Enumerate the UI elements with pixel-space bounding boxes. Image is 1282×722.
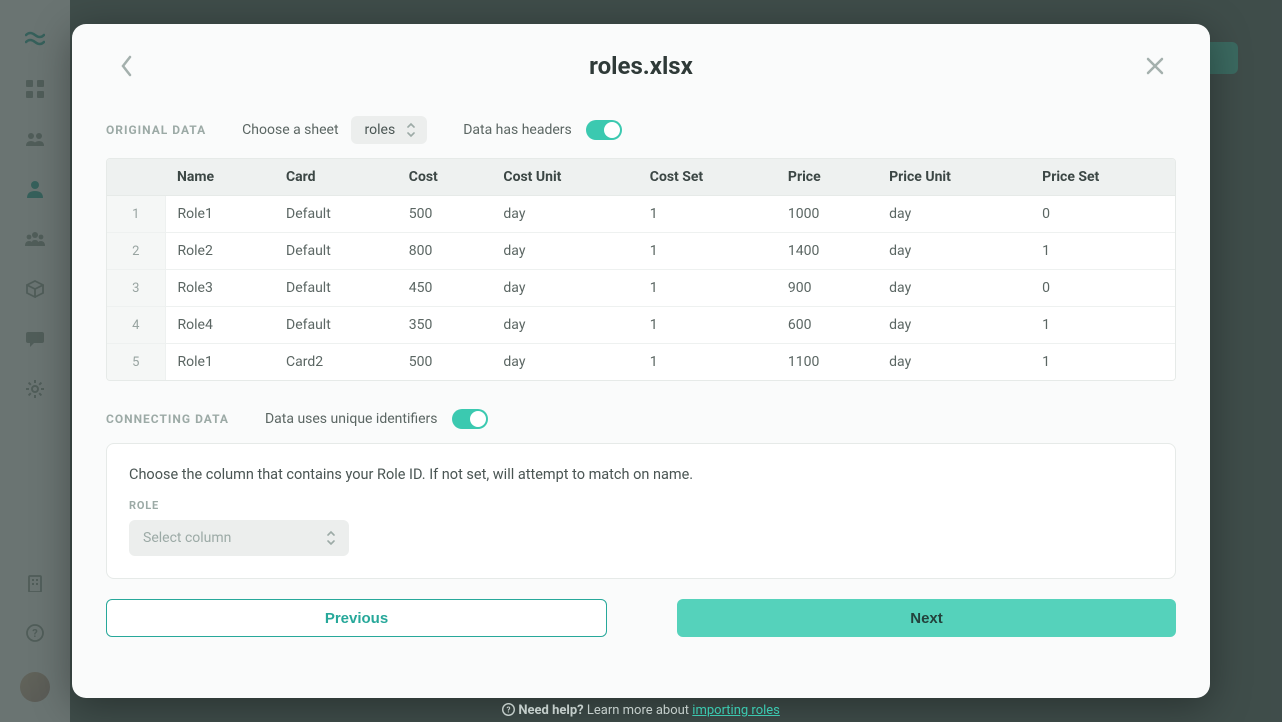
import-modal: roles.xlsx ORIGINAL DATA Choose a sheet … — [72, 24, 1210, 698]
table-cell: day — [491, 344, 637, 381]
back-button[interactable] — [114, 53, 140, 79]
close-button[interactable] — [1142, 53, 1168, 79]
role-column-placeholder: Select column — [143, 530, 231, 546]
table-cell: 1 — [638, 344, 776, 381]
help-bar: ? Need help? Learn more about importing … — [0, 703, 1282, 718]
table-cell: 1 — [638, 196, 776, 233]
table-cell: 1 — [638, 307, 776, 344]
table-row: 1Role1Default500day11000day0 — [107, 196, 1175, 233]
column-header: Cost Unit — [491, 159, 637, 196]
svg-text:?: ? — [507, 706, 511, 715]
row-number: 2 — [107, 233, 165, 270]
headers-label: Data has headers — [463, 122, 572, 138]
table-cell: day — [491, 307, 637, 344]
column-header: Price Set — [1030, 159, 1175, 196]
column-header: Card — [274, 159, 397, 196]
table-cell: Default — [274, 270, 397, 307]
role-id-hint: Choose the column that contains your Rol… — [129, 466, 1153, 483]
chevron-updown-icon — [325, 530, 337, 546]
table-cell: Role1 — [165, 344, 274, 381]
table-cell: day — [877, 344, 1030, 381]
help-text: Learn more about — [584, 703, 693, 718]
table-cell: 900 — [776, 270, 877, 307]
table-row: 4Role4Default350day1600day1 — [107, 307, 1175, 344]
row-number: 3 — [107, 270, 165, 307]
data-table: NameCardCostCost UnitCost SetPricePrice … — [106, 158, 1176, 381]
table-cell: Role1 — [165, 196, 274, 233]
modal-footer: Previous Next — [106, 599, 1176, 637]
next-button[interactable]: Next — [677, 599, 1176, 637]
role-column-select[interactable]: Select column — [129, 520, 349, 556]
table-cell: day — [491, 233, 637, 270]
table-cell: 1 — [1030, 233, 1175, 270]
rownum-header — [107, 159, 165, 196]
help-prefix: Need help? — [518, 703, 583, 718]
modal-header: roles.xlsx — [106, 24, 1176, 108]
table-cell: 800 — [397, 233, 492, 270]
table-cell: Card2 — [274, 344, 397, 381]
unique-ids-toggle[interactable] — [452, 409, 488, 429]
table-cell: 600 — [776, 307, 877, 344]
column-header: Name — [165, 159, 274, 196]
table-cell: 1000 — [776, 196, 877, 233]
table-cell: 0 — [1030, 270, 1175, 307]
table-row: 5Role1Card2500day11100day1 — [107, 344, 1175, 381]
table-cell: 1 — [1030, 344, 1175, 381]
chevron-updown-icon — [405, 122, 417, 138]
table-cell: day — [491, 270, 637, 307]
table-row: 2Role2Default800day11400day1 — [107, 233, 1175, 270]
choose-sheet-label: Choose a sheet — [242, 122, 338, 138]
sheet-select[interactable]: roles — [351, 116, 428, 144]
original-data-controls: ORIGINAL DATA Choose a sheet roles Data … — [106, 108, 1176, 158]
table-cell: 1 — [638, 270, 776, 307]
table-cell: 1 — [638, 233, 776, 270]
table-cell: Default — [274, 196, 397, 233]
table-cell: day — [491, 196, 637, 233]
column-header: Cost — [397, 159, 492, 196]
help-link[interactable]: importing roles — [692, 703, 780, 718]
table-cell: 500 — [397, 344, 492, 381]
table-cell: 0 — [1030, 196, 1175, 233]
sheet-select-value: roles — [365, 122, 396, 138]
row-number: 4 — [107, 307, 165, 344]
table-cell: day — [877, 270, 1030, 307]
table-cell: Role3 — [165, 270, 274, 307]
column-header: Price Unit — [877, 159, 1030, 196]
connecting-data-section: CONNECTING DATA Data uses unique identif… — [106, 409, 1176, 579]
table-cell: 1100 — [776, 344, 877, 381]
table-cell: 350 — [397, 307, 492, 344]
table-cell: Role2 — [165, 233, 274, 270]
section-label-original: ORIGINAL DATA — [106, 123, 206, 137]
previous-button[interactable]: Previous — [106, 599, 607, 637]
table-cell: 450 — [397, 270, 492, 307]
help-circle-icon: ? — [502, 703, 515, 716]
role-field-label: ROLE — [129, 499, 1153, 512]
table-cell: Default — [274, 307, 397, 344]
section-label-connecting: CONNECTING DATA — [106, 412, 229, 426]
column-header: Price — [776, 159, 877, 196]
modal-title: roles.xlsx — [589, 52, 693, 80]
table-cell: day — [877, 233, 1030, 270]
table-cell: day — [877, 307, 1030, 344]
row-number: 1 — [107, 196, 165, 233]
table-row: 3Role3Default450day1900day0 — [107, 270, 1175, 307]
row-number: 5 — [107, 344, 165, 381]
role-id-panel: Choose the column that contains your Rol… — [106, 443, 1176, 579]
table-cell: day — [877, 196, 1030, 233]
table-cell: 500 — [397, 196, 492, 233]
column-header: Cost Set — [638, 159, 776, 196]
table-cell: Role4 — [165, 307, 274, 344]
table-cell: 1400 — [776, 233, 877, 270]
unique-ids-label: Data uses unique identifiers — [265, 411, 438, 427]
headers-toggle[interactable] — [586, 120, 622, 140]
table-cell: 1 — [1030, 307, 1175, 344]
table-cell: Default — [274, 233, 397, 270]
